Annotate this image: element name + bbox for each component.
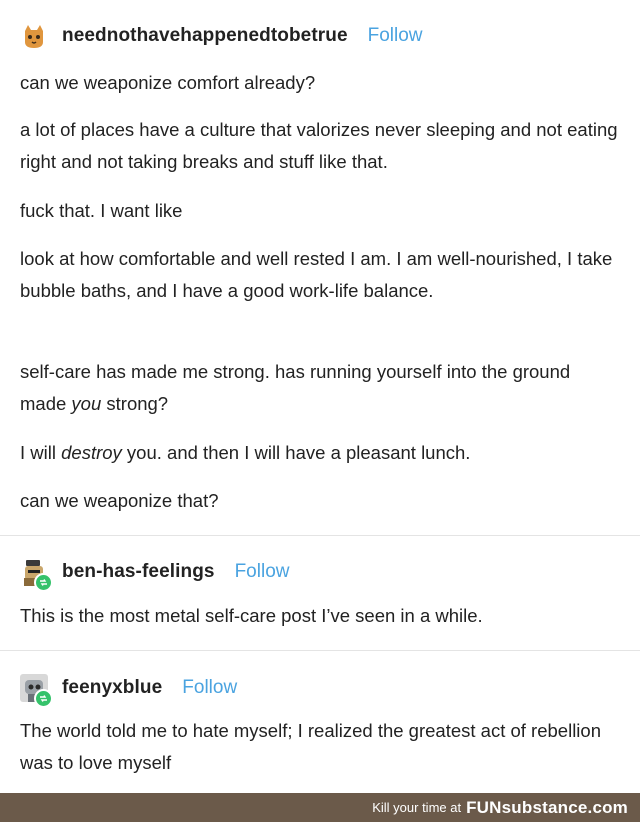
- text-segment: I will: [20, 442, 62, 463]
- cat-avatar-icon[interactable]: [20, 22, 48, 50]
- watermark-brand: FUNsubstance.com: [466, 797, 628, 817]
- reblog-icon: [34, 573, 53, 592]
- robot-avatar-icon[interactable]: [20, 674, 53, 708]
- divider: [0, 650, 640, 651]
- text-segment: you. and then I will have a pleasant lun…: [121, 442, 471, 463]
- post-paragraph: a lot of places have a culture that valo…: [20, 119, 618, 172]
- character-avatar-icon[interactable]: [20, 558, 53, 592]
- username[interactable]: neednothavehappenedtobetrue: [62, 25, 348, 47]
- text-segment: strong?: [101, 393, 169, 414]
- emphasis-text: you: [71, 393, 102, 414]
- username[interactable]: feenyxblue: [62, 677, 162, 699]
- follow-button[interactable]: Follow: [235, 561, 290, 583]
- post-paragraph: The world told me to hate myself; I real…: [20, 720, 601, 773]
- username[interactable]: ben-has-feelings: [62, 561, 215, 583]
- post-paragraph: This is the most metal self-care post I’…: [20, 605, 483, 626]
- post-header-2: ben-has-feelings Follow: [20, 558, 290, 592]
- post-header-3: feenyxblue Follow: [20, 674, 237, 708]
- follow-button[interactable]: Follow: [368, 25, 423, 47]
- post-paragraph: can we weaponize that?: [20, 490, 219, 511]
- watermark-prefix: Kill your time at: [372, 800, 462, 815]
- emphasis-text: destroy: [61, 442, 122, 463]
- post-header-1: neednothavehappenedtobetrue Follow: [20, 22, 423, 50]
- post-paragraph: I will destroy you. and then I will have…: [20, 437, 620, 469]
- divider: [0, 535, 640, 536]
- follow-button[interactable]: Follow: [182, 677, 237, 699]
- post-paragraph: fuck that. I want like: [20, 200, 183, 221]
- site-watermark: Kill your time at FUNsubstance.com: [0, 793, 640, 822]
- post-paragraph: self-care has made me strong. has runnin…: [20, 356, 620, 420]
- post-paragraph: can we weaponize comfort already?: [20, 72, 316, 93]
- post-paragraph: look at how comfortable and well rested …: [20, 248, 613, 301]
- reblog-icon: [34, 689, 53, 708]
